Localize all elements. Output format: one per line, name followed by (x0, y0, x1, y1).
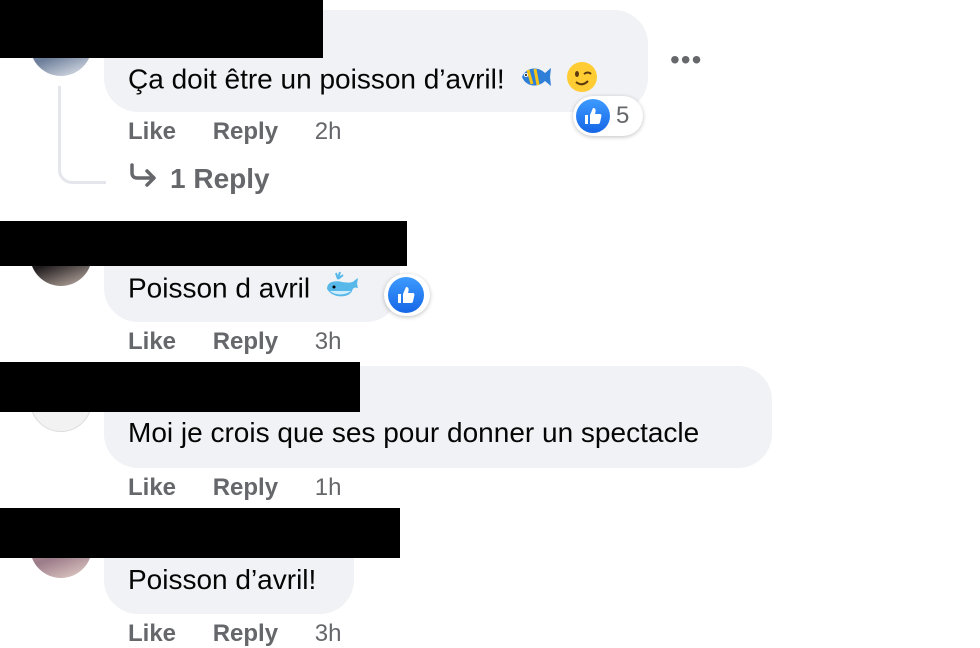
like-icon (388, 277, 424, 313)
comment-actions: Like Reply 3h (128, 620, 371, 648)
reply-button[interactable]: Reply (213, 474, 278, 501)
winking-face-icon (566, 61, 598, 101)
view-replies-label: 1 Reply (170, 162, 270, 194)
redaction-bar (0, 221, 407, 266)
like-button[interactable]: Like (128, 328, 176, 355)
timestamp[interactable]: 3h (315, 620, 342, 647)
view-replies-link[interactable]: 1 Reply (128, 162, 270, 195)
like-icon (576, 99, 610, 133)
reaction-count: 5 (616, 102, 630, 129)
comment-text: Ça doit être un poisson d’avril! (128, 63, 505, 95)
like-button[interactable]: Like (128, 118, 176, 145)
timestamp[interactable]: 3h (315, 328, 342, 355)
comment-actions: Like Reply 2h (128, 118, 371, 146)
tropical-fish-icon (518, 64, 552, 98)
reaction-badge[interactable]: 5 (573, 96, 643, 136)
more-options-icon[interactable]: ••• (670, 44, 702, 76)
like-button[interactable]: Like (128, 474, 176, 501)
redaction-bar (0, 0, 323, 58)
reply-arrow-icon (128, 162, 170, 195)
comment-text: Poisson d’avril! (128, 564, 317, 595)
spouting-whale-icon (324, 271, 360, 309)
redaction-bar (0, 362, 360, 412)
reply-button[interactable]: Reply (213, 118, 278, 145)
reply-button[interactable]: Reply (213, 620, 278, 647)
comment-text: Moi je crois que ses pour donner un spec… (128, 417, 700, 448)
timestamp[interactable]: 2h (315, 118, 342, 145)
reply-button[interactable]: Reply (213, 328, 278, 355)
timestamp[interactable]: 1h (315, 474, 342, 501)
comment-actions: Like Reply 1h (128, 474, 371, 502)
comment-actions: Like Reply 3h (128, 328, 371, 356)
reaction-badge[interactable] (384, 274, 430, 316)
thread-connector (58, 86, 106, 184)
redaction-bar (0, 508, 400, 558)
like-button[interactable]: Like (128, 620, 176, 647)
comment-text: Poisson d avril (128, 272, 311, 304)
